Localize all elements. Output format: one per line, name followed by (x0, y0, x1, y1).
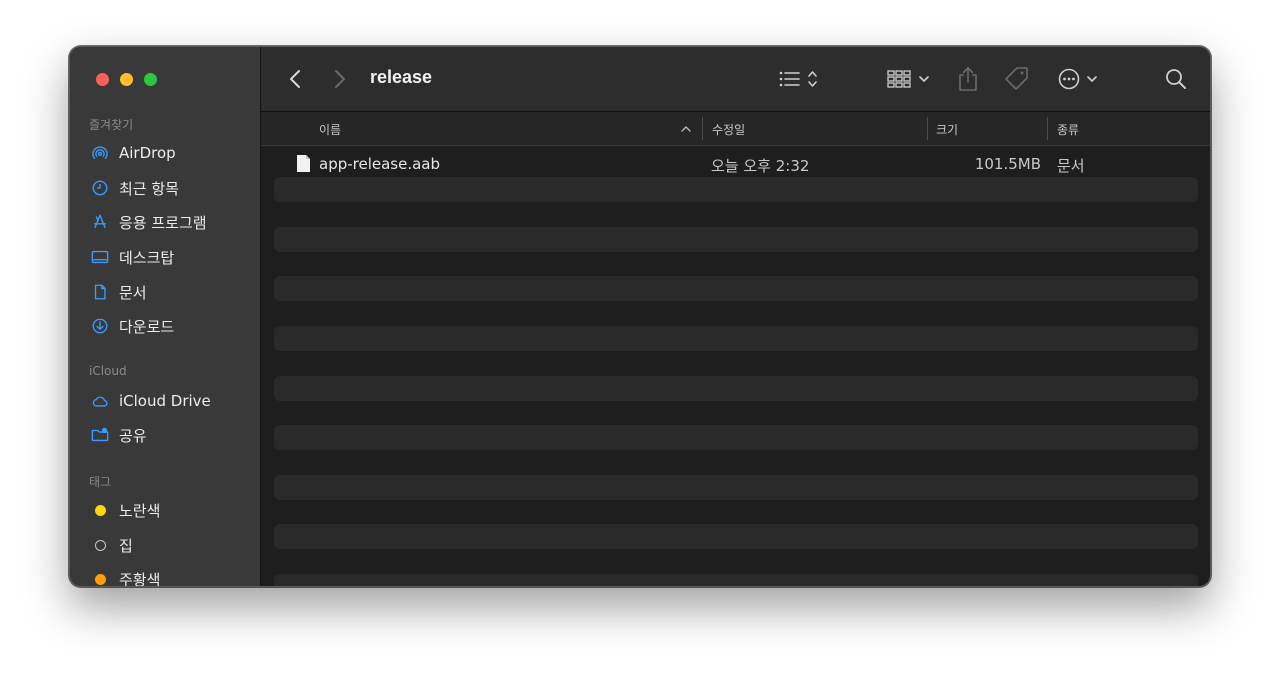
tag-button[interactable] (1002, 66, 1032, 92)
list-view-toggle[interactable] (776, 67, 824, 91)
sidebar: 즐겨찾기 AirDrop 최근 항목 응용 프로그램 데스크탑 문서 다운로드 … (70, 47, 261, 586)
cloud-icon (90, 391, 110, 411)
sidebar-section-tags: 태그 (89, 475, 112, 489)
minimize-window-button[interactable] (120, 73, 133, 86)
file-name: app-release.aab (319, 155, 441, 173)
download-icon (90, 316, 110, 336)
search-icon (1166, 69, 1186, 89)
sidebar-item-label: 집 (119, 536, 133, 555)
sidebar-item-recents[interactable]: 최근 항목 (90, 175, 250, 201)
close-window-button[interactable] (96, 73, 109, 86)
column-divider[interactable] (927, 117, 928, 140)
sidebar-item-desktop[interactable]: 데스크탑 (90, 244, 250, 270)
forward-button[interactable] (328, 67, 352, 91)
tag-dot-icon (90, 500, 110, 520)
clock-icon (90, 178, 110, 198)
file-size: 101.5MB (974, 155, 1041, 173)
window-title: release (370, 67, 433, 87)
empty-row (274, 276, 1198, 301)
grid-view-icon (887, 70, 929, 88)
sidebar-item-shared[interactable]: 공유 (90, 422, 250, 448)
sidebar-item-documents[interactable]: 문서 (90, 279, 250, 305)
sidebar-item-label: 다운로드 (119, 317, 175, 336)
file-modified: 오늘 오후 2:32 (711, 157, 810, 175)
file-icon (297, 155, 310, 172)
share-button[interactable] (955, 65, 981, 93)
tag-dot-icon (90, 569, 110, 586)
finder-window: 즐겨찾기 AirDrop 최근 항목 응용 프로그램 데스크탑 문서 다운로드 … (69, 46, 1211, 587)
tag-icon (1005, 67, 1028, 90)
empty-row (274, 524, 1198, 549)
document-icon (90, 282, 110, 302)
sidebar-tag-orange[interactable]: 주황색 (90, 566, 250, 587)
sidebar-item-label: 데스크탑 (119, 248, 175, 267)
toolbar: release (261, 47, 1210, 112)
sidebar-item-label: 응용 프로그램 (119, 213, 207, 232)
search-button[interactable] (1164, 67, 1188, 91)
empty-row (274, 574, 1198, 586)
column-size[interactable]: 크기 (936, 121, 958, 138)
column-divider[interactable] (1047, 117, 1048, 140)
sidebar-item-applications[interactable]: 응용 프로그램 (90, 209, 250, 235)
empty-row (274, 177, 1198, 202)
maximize-window-button[interactable] (144, 73, 157, 86)
chevron-left-icon (290, 70, 300, 88)
sidebar-item-label: 최근 항목 (119, 179, 179, 198)
column-modified[interactable]: 수정일 (712, 121, 745, 138)
column-name[interactable]: 이름 (319, 121, 341, 138)
empty-row (274, 227, 1198, 252)
share-icon (959, 67, 977, 91)
list-view-icon (779, 71, 817, 87)
main-pane: release 이름 수정일 크기 종류 app-release.aab 오늘 … (261, 47, 1210, 586)
tag-dot-icon (90, 535, 110, 555)
more-icon (1058, 68, 1097, 90)
action-menu-button[interactable] (1057, 67, 1103, 91)
empty-row (274, 475, 1198, 500)
sidebar-tag-yellow[interactable]: 노란색 (90, 497, 250, 523)
file-row[interactable]: app-release.aab 오늘 오후 2:32 101.5MB 문서 (261, 151, 1210, 177)
empty-row (274, 425, 1198, 450)
sidebar-tag-home[interactable]: 집 (90, 532, 250, 558)
back-button[interactable] (283, 67, 307, 91)
sidebar-item-label: 주황색 (119, 570, 161, 587)
desktop-icon (90, 247, 110, 267)
sidebar-section-favorites: 즐겨찾기 (89, 118, 134, 132)
sidebar-item-airdrop[interactable]: AirDrop (90, 140, 250, 166)
sidebar-item-label: AirDrop (119, 144, 176, 162)
chevron-right-icon (335, 70, 345, 88)
shared-folder-icon (90, 425, 110, 445)
group-button[interactable] (887, 67, 933, 91)
column-header: 이름 수정일 크기 종류 (261, 112, 1210, 146)
sidebar-item-label: iCloud Drive (119, 392, 211, 410)
sidebar-item-label: 문서 (119, 283, 147, 302)
empty-row (274, 326, 1198, 351)
file-list: app-release.aab 오늘 오후 2:32 101.5MB 문서 (261, 146, 1210, 586)
sidebar-section-icloud: iCloud (89, 364, 127, 378)
column-kind[interactable]: 종류 (1057, 121, 1079, 138)
applications-icon (90, 212, 110, 232)
sidebar-item-icloud-drive[interactable]: iCloud Drive (90, 388, 250, 414)
sidebar-item-downloads[interactable]: 다운로드 (90, 313, 250, 339)
sidebar-item-label: 노란색 (119, 501, 161, 520)
airdrop-icon (90, 143, 110, 163)
column-divider[interactable] (702, 117, 703, 140)
file-kind: 문서 (1057, 157, 1085, 175)
sort-ascending-icon[interactable] (681, 125, 691, 132)
sidebar-item-label: 공유 (119, 426, 147, 445)
empty-row (274, 376, 1198, 401)
